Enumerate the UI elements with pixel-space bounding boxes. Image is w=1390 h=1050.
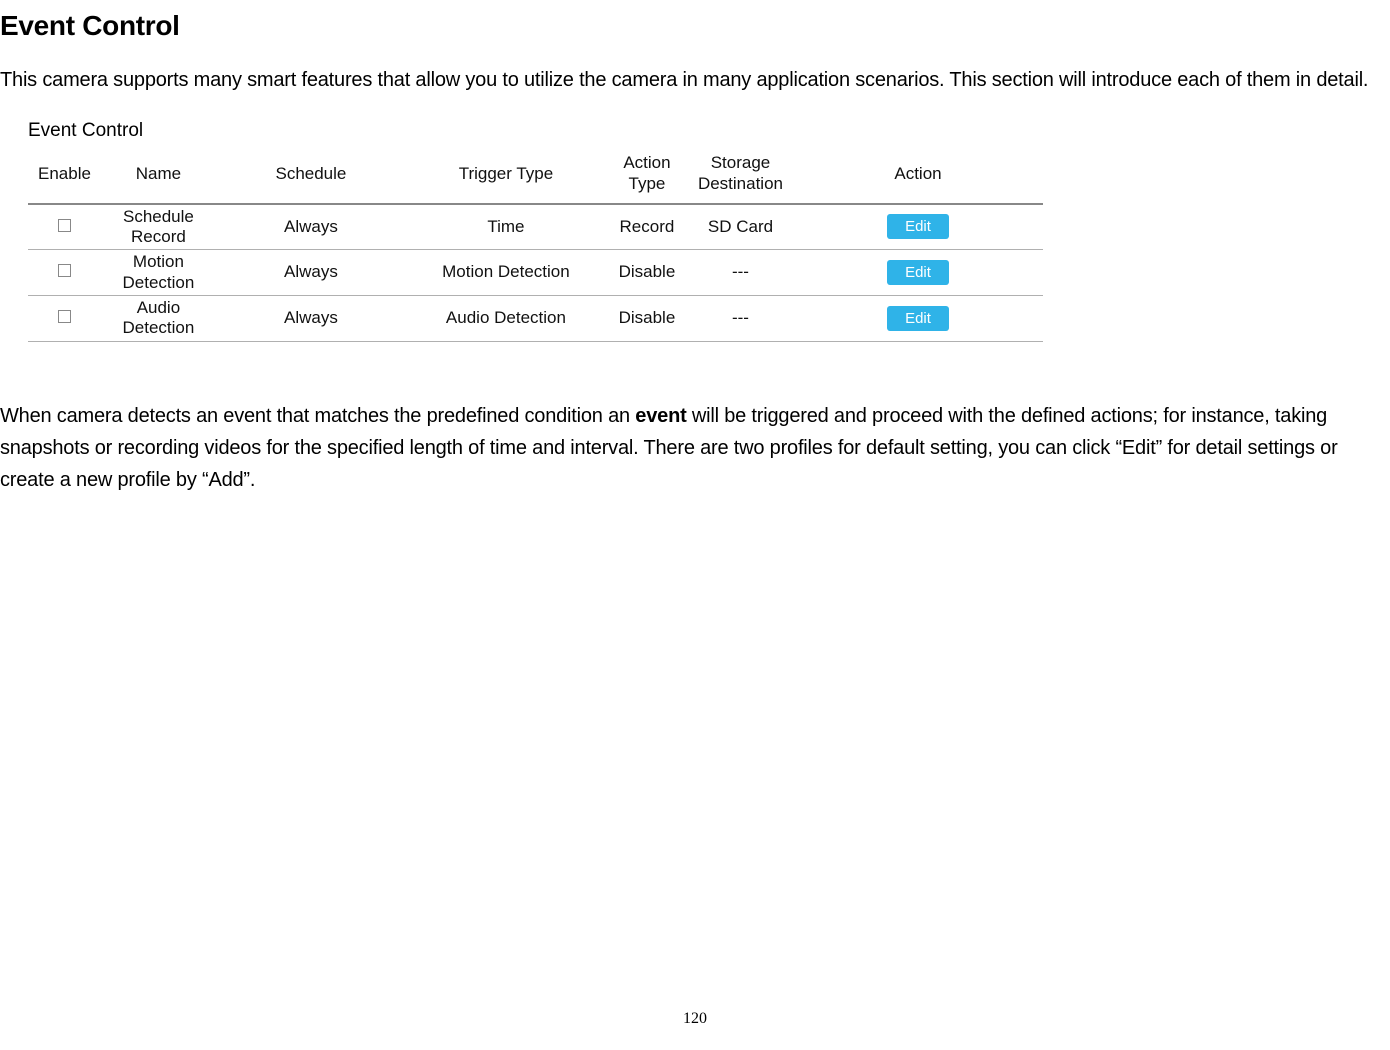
- header-storage-destination: StorageDestination: [688, 148, 793, 204]
- cell-trigger-type: Time: [406, 204, 606, 250]
- cell-action-type: Disable: [606, 250, 688, 296]
- page-title: Event Control: [0, 10, 1390, 42]
- intro-paragraph: This camera supports many smart features…: [0, 64, 1390, 96]
- cell-action: Edit: [793, 296, 1043, 342]
- header-name: Name: [101, 148, 216, 204]
- table-title: Event Control: [28, 120, 1390, 142]
- body-text-part1: When camera detects an event that matche…: [0, 405, 635, 427]
- cell-action: Edit: [793, 250, 1043, 296]
- header-schedule: Schedule: [216, 148, 406, 204]
- table-row: MotionDetection Always Motion Detection …: [28, 250, 1043, 296]
- enable-checkbox[interactable]: [58, 264, 71, 277]
- table-row: ScheduleRecord Always Time Record SD Car…: [28, 204, 1043, 250]
- cell-storage-destination: SD Card: [688, 204, 793, 250]
- enable-checkbox[interactable]: [58, 219, 71, 232]
- event-control-table-container: Event Control Enable Name Schedule Trigg…: [0, 120, 1390, 342]
- header-trigger-type: Trigger Type: [406, 148, 606, 204]
- cell-enable: [28, 250, 101, 296]
- cell-trigger-type: Audio Detection: [406, 296, 606, 342]
- event-control-table: Enable Name Schedule Trigger Type Action…: [28, 148, 1043, 342]
- cell-storage-destination: ---: [688, 250, 793, 296]
- edit-button[interactable]: Edit: [887, 214, 949, 239]
- header-action: Action: [793, 148, 1043, 204]
- edit-button[interactable]: Edit: [887, 260, 949, 285]
- cell-action-type: Record: [606, 204, 688, 250]
- body-paragraph: When camera detects an event that matche…: [0, 400, 1390, 496]
- cell-trigger-type: Motion Detection: [406, 250, 606, 296]
- enable-checkbox[interactable]: [58, 310, 71, 323]
- cell-action: Edit: [793, 204, 1043, 250]
- header-action-type: ActionType: [606, 148, 688, 204]
- cell-enable: [28, 204, 101, 250]
- cell-name: MotionDetection: [101, 250, 216, 296]
- cell-action-type: Disable: [606, 296, 688, 342]
- page-number: 120: [683, 1010, 707, 1028]
- cell-name: AudioDetection: [101, 296, 216, 342]
- cell-storage-destination: ---: [688, 296, 793, 342]
- edit-button[interactable]: Edit: [887, 306, 949, 331]
- body-text-bold: event: [635, 405, 686, 427]
- cell-name: ScheduleRecord: [101, 204, 216, 250]
- cell-schedule: Always: [216, 204, 406, 250]
- header-enable: Enable: [28, 148, 101, 204]
- table-header-row: Enable Name Schedule Trigger Type Action…: [28, 148, 1043, 204]
- cell-schedule: Always: [216, 250, 406, 296]
- cell-enable: [28, 296, 101, 342]
- table-row: AudioDetection Always Audio Detection Di…: [28, 296, 1043, 342]
- cell-schedule: Always: [216, 296, 406, 342]
